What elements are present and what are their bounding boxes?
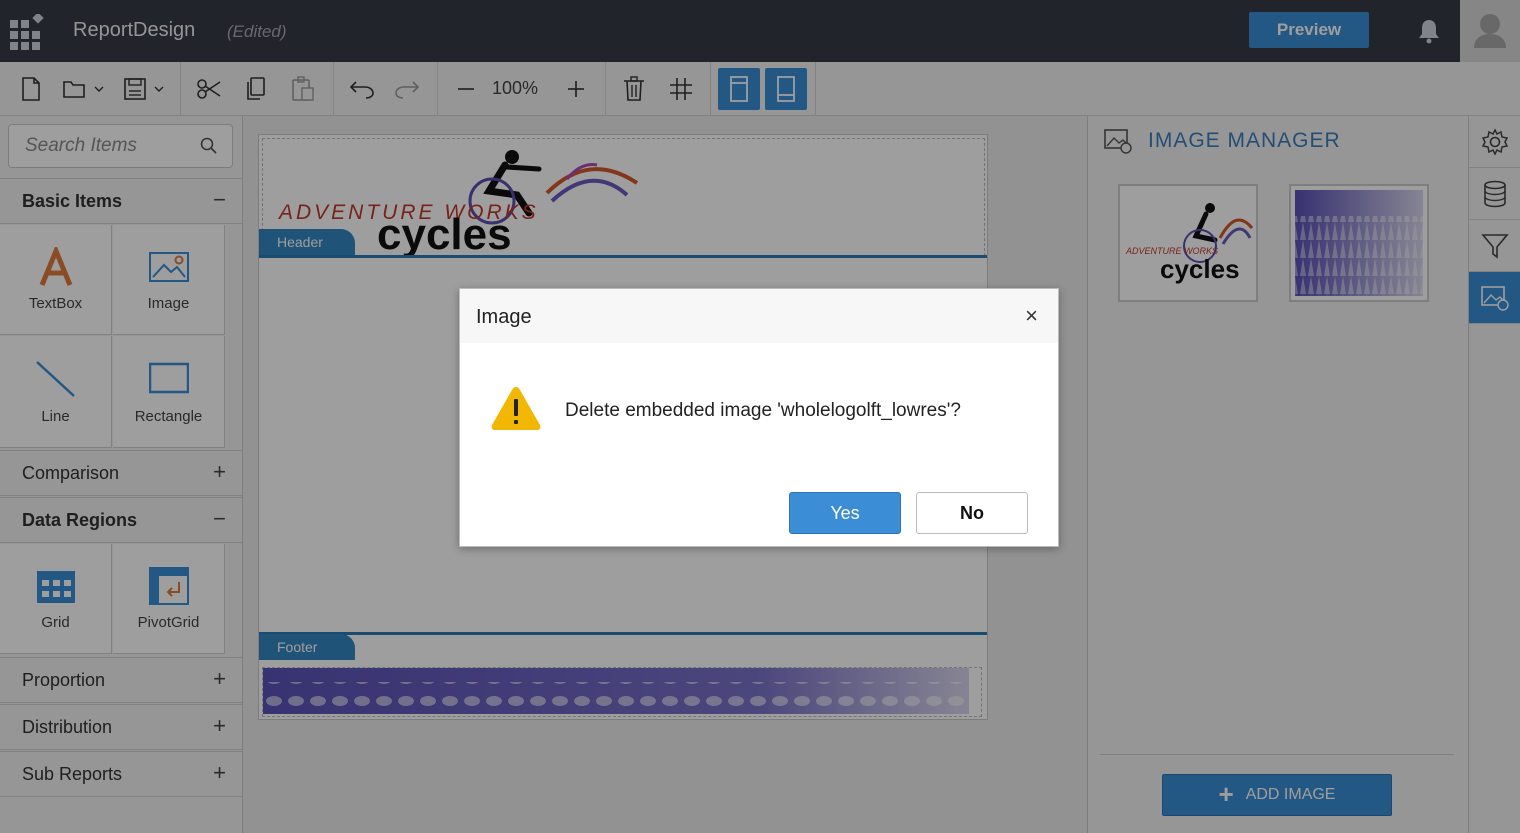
- delete-image-dialog: Image × Delete embedded image 'wholelogo…: [459, 288, 1059, 547]
- dialog-header: Image ×: [460, 289, 1058, 343]
- dialog-message: Delete embedded image 'wholelogolft_lowr…: [565, 400, 961, 421]
- yes-button[interactable]: Yes: [789, 492, 901, 534]
- close-icon[interactable]: ×: [1025, 303, 1038, 329]
- no-button[interactable]: No: [916, 492, 1028, 534]
- dialog-title: Image: [476, 306, 532, 328]
- warning-icon: [491, 387, 541, 430]
